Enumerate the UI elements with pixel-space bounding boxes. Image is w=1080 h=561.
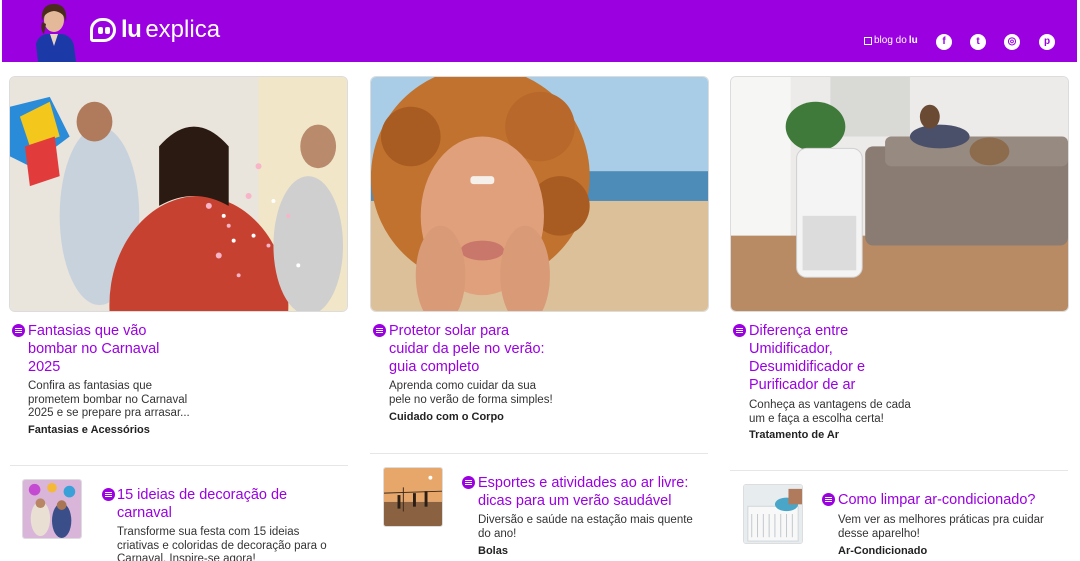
- card-description-line: Aprenda como cuidar da sua: [389, 380, 537, 392]
- card-title-line: Como limpar ar-condicionado?: [838, 492, 1036, 508]
- card-category[interactable]: Tratamento de Ar: [749, 429, 839, 441]
- instagram-icon[interactable]: ◎: [1004, 34, 1020, 50]
- card-description-line: Carnaval. Inspire-se agora!: [117, 553, 256, 561]
- card-description: Aprenda como cuidar da sua pele no verão…: [389, 380, 689, 407]
- blog-icon: [864, 36, 872, 45]
- card-description-line: Transforme sua festa com 15 ideias: [117, 526, 300, 538]
- card-title-line: Diferença entre: [749, 323, 849, 339]
- card-title-line: Desumidificador e: [749, 359, 866, 375]
- card-description: Vem ver as melhores práticas pra cuidar …: [838, 514, 1068, 541]
- card-title[interactable]: Diferença entre Umidificador, Desumidifi…: [749, 322, 1049, 394]
- card-description-line: Conheça as vantagens de cada: [749, 399, 911, 411]
- article-icon: [462, 476, 475, 489]
- card-title-line: dicas para um verão saudável: [478, 493, 672, 509]
- article-icon: [733, 324, 746, 337]
- card-category[interactable]: Bolas: [478, 545, 508, 557]
- card-title-line: guia completo: [389, 359, 480, 375]
- card-description: Transforme sua festa com 15 ideias criat…: [117, 526, 347, 561]
- site-logo[interactable]: lu explica: [90, 16, 220, 44]
- avatar: [28, 0, 80, 62]
- card-category[interactable]: Fantasias e Acessórios: [28, 424, 150, 436]
- card-description-line: um e faça a escolha certa!: [749, 412, 884, 425]
- card-title-line: Esportes e atividades ao ar livre:: [478, 475, 689, 491]
- card-title-line: bombar no Carnaval: [28, 341, 160, 357]
- logo-text-lu: lu: [121, 16, 142, 43]
- carnival-decoration-thumbnail[interactable]: [22, 479, 82, 539]
- card-description-line: criativas e coloridas de decoração para …: [117, 539, 327, 552]
- card-description: Confira as fantasias que prometem bombar…: [28, 380, 328, 421]
- card-title[interactable]: Protetor solar para cuidar da pele no ve…: [389, 322, 689, 376]
- card-title[interactable]: Como limpar ar-condicionado?: [838, 491, 1068, 509]
- air-purifier-image[interactable]: [730, 76, 1069, 312]
- card-description-line: prometem bombar no Carnaval: [28, 393, 188, 406]
- article-icon: [373, 324, 386, 337]
- card-description-line: do ano!: [478, 527, 517, 540]
- card-title[interactable]: Esportes e atividades ao ar livre: dicas…: [478, 474, 708, 510]
- divider: [10, 465, 348, 466]
- card-description-line: desse aparelho!: [838, 527, 920, 540]
- outdoor-sports-thumbnail[interactable]: [383, 467, 443, 527]
- card-description-line: Vem ver as melhores práticas pra cuidar: [838, 514, 1044, 526]
- article-icon: [12, 324, 25, 337]
- facebook-icon[interactable]: f: [936, 34, 952, 50]
- carnival-costume-image[interactable]: [9, 76, 348, 312]
- card-title-line: cuidar da pele no verão:: [389, 341, 545, 357]
- blog-link[interactable]: blog do lu: [864, 35, 918, 46]
- card-description-line: Confira as fantasias que: [28, 380, 153, 392]
- blog-link-brand: lu: [908, 35, 918, 46]
- card-description-line: pele no verão de forma simples!: [389, 393, 553, 406]
- divider: [370, 453, 708, 454]
- logo-text-explica: explica: [145, 16, 221, 43]
- logo-bubble-icon: [90, 18, 116, 42]
- card-title-line: Umidificador,: [749, 341, 833, 357]
- twitter-icon[interactable]: t: [970, 34, 986, 50]
- card-category[interactable]: Ar-Condicionado: [838, 545, 927, 557]
- card-description-line: 2025 e se prepare pra arrasar...: [28, 407, 190, 419]
- card-title-line: Fantasias que vão: [28, 323, 147, 339]
- card-description-line: Diversão e saúde na estação mais quente: [478, 514, 693, 526]
- divider: [730, 470, 1068, 471]
- card-title-line: 2025: [28, 359, 61, 375]
- card-title-line: carnaval: [117, 505, 172, 521]
- card-description: Diversão e saúde na estação mais quente …: [478, 514, 708, 541]
- card-title-line: Protetor solar para: [389, 323, 510, 339]
- card-category[interactable]: Cuidado com o Corpo: [389, 411, 504, 423]
- card-title-line: 15 ideias de decoração de: [117, 487, 288, 503]
- blog-link-label: blog do: [874, 35, 907, 46]
- card-title-line: Purificador de ar: [749, 377, 856, 393]
- sunscreen-image[interactable]: [370, 76, 709, 312]
- card-description: Conheça as vantagens de cada um e faça a…: [749, 399, 1049, 426]
- article-icon: [102, 488, 115, 501]
- air-conditioner-thumbnail[interactable]: [743, 484, 803, 544]
- card-title[interactable]: 15 ideias de decoração de carnaval: [117, 486, 347, 522]
- article-icon: [822, 493, 835, 506]
- site-header: lu explica blog do lu f t ◎ p: [2, 0, 1077, 62]
- pinterest-icon[interactable]: p: [1039, 34, 1055, 50]
- card-title[interactable]: Fantasias que vão bombar no Carnaval 202…: [28, 322, 328, 376]
